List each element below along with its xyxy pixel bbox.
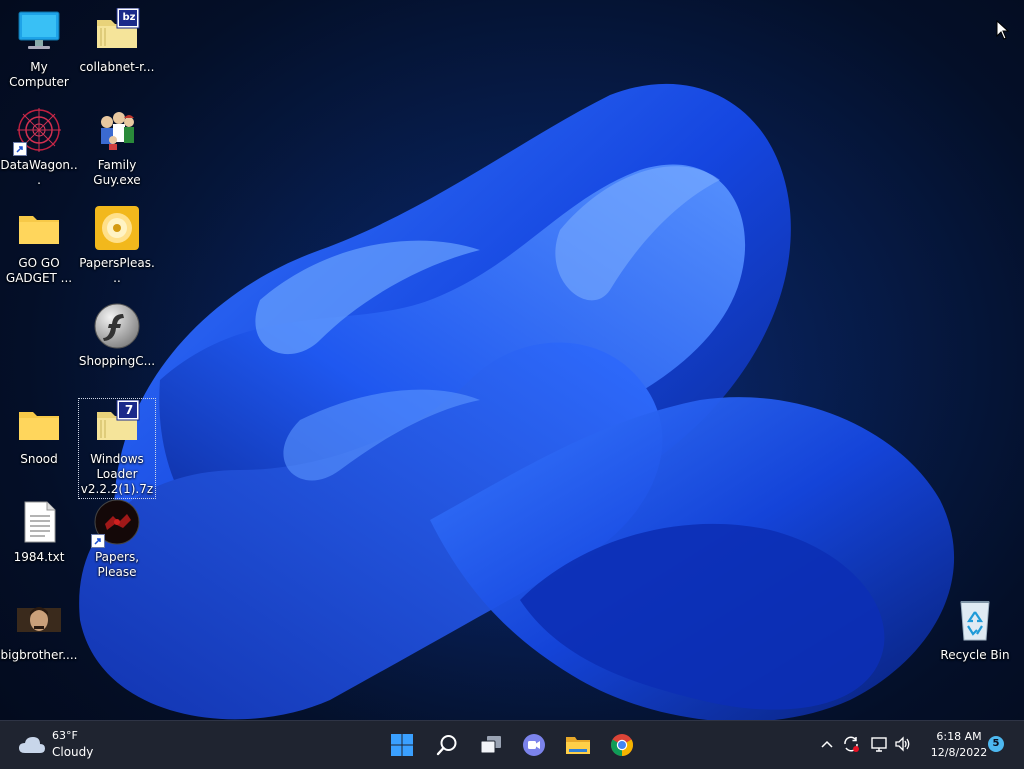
spider-web-icon (13, 106, 63, 156)
icon-label: 1984.txt (13, 550, 65, 564)
folder-icon (15, 400, 63, 448)
archive-badge: bz (122, 12, 136, 23)
icon-label: Snood (20, 452, 58, 466)
chrome-button[interactable] (606, 729, 638, 761)
flash-icon (93, 302, 141, 350)
weather-widget[interactable]: 63°F Cloudy (16, 729, 106, 761)
recycle-bin-icon (951, 596, 999, 644)
icon-label: collabnet-r... (79, 60, 155, 74)
disc-image-icon (93, 204, 141, 252)
desktop-icon-recycle-bin[interactable]: Recycle Bin (936, 596, 1014, 663)
icon-label: GO GO GADGET ... (5, 256, 73, 285)
icon-label: PapersPleas... (79, 256, 155, 285)
desktop-icon-shoppingc[interactable]: ShoppingC... (78, 302, 156, 369)
desktop-icon-family-guy[interactable]: Family Guy.exe (78, 106, 156, 188)
notification-badge[interactable]: 5 (988, 736, 1004, 752)
chrome-icon (611, 734, 633, 756)
icon-label: Papers, Please (94, 550, 140, 579)
weather-temperature: 63°F (52, 729, 78, 742)
shortcut-arrow-icon (13, 142, 27, 156)
clock-date: 12/8/2022 (930, 746, 988, 759)
folder-icon (566, 737, 590, 754)
clock[interactable]: 6:18 AM 12/8/2022 (920, 729, 998, 761)
desktop-icon-papersplease-iso[interactable]: PapersPleas... (78, 204, 156, 286)
archive-folder-icon: 7 (93, 399, 141, 448)
icon-label: My Computer (9, 60, 69, 89)
desktop-icon-my-computer[interactable]: My Computer (0, 8, 78, 90)
icon-label: bigbrother.... (0, 648, 78, 662)
desktop-icon-go-go-gadget[interactable]: GO GO GADGET ... (0, 204, 78, 286)
sync-status-button[interactable] (840, 733, 862, 755)
network-button[interactable] (868, 733, 890, 755)
start-button[interactable] (386, 729, 418, 761)
folder-icon (15, 204, 63, 252)
archive-folder-icon: bz (93, 7, 141, 56)
show-hidden-icons-button[interactable] (816, 733, 838, 755)
search-button[interactable] (431, 729, 463, 761)
sync-icon (844, 736, 859, 752)
desktop-icon-windows-loader[interactable]: 7 Windows Loader v2.2.2(1).7z (78, 398, 156, 499)
mouse-cursor-icon (996, 20, 1010, 40)
clock-time: 6:18 AM (936, 730, 982, 743)
taskbar: 63°F Cloudy 6:18 AM 12/8/2022 (0, 720, 1024, 769)
text-file-icon (15, 498, 63, 546)
desktop-icon-bigbrother[interactable]: bigbrother.... (0, 596, 78, 663)
archive-badge: 7 (124, 403, 134, 417)
icon-label: DataWagon... (0, 158, 78, 187)
computer-icon (15, 8, 63, 56)
family-guy-icon (93, 106, 141, 154)
desktop-icon-1984-txt[interactable]: 1984.txt (0, 498, 78, 565)
icon-label: Windows Loader v2.2.2(1).7z (80, 452, 154, 496)
desktop-icon-papers-please[interactable]: Papers, Please (78, 498, 156, 580)
cloud-icon (19, 737, 45, 753)
search-icon (436, 735, 457, 756)
chevron-up-icon (821, 740, 833, 748)
icon-label: Recycle Bin (940, 648, 1010, 662)
desktop-icon-datawagon[interactable]: DataWagon... (0, 106, 78, 188)
weather-condition: Cloudy (52, 745, 94, 759)
teams-chat-button[interactable] (518, 729, 550, 761)
task-view-icon (480, 736, 501, 754)
desktop-icon-snood[interactable]: Snood (0, 400, 78, 467)
speaker-icon (895, 736, 910, 752)
windows-logo-icon (391, 734, 413, 756)
file-explorer-button[interactable] (562, 729, 594, 761)
image-file-icon (15, 596, 63, 644)
desktop-icon-collabnet[interactable]: bz collabnet-r... (78, 7, 156, 75)
task-view-button[interactable] (475, 729, 507, 761)
volume-button[interactable] (892, 733, 914, 755)
papers-please-icon (91, 498, 141, 548)
shortcut-arrow-icon (91, 534, 105, 548)
icon-label: Family Guy.exe (93, 158, 141, 187)
teams-chat-icon (523, 734, 545, 756)
network-icon (871, 737, 887, 752)
desktop[interactable]: My Computer DataWagon... GO GO GADGET ..… (0, 0, 1024, 720)
icon-label: ShoppingC... (78, 354, 156, 368)
